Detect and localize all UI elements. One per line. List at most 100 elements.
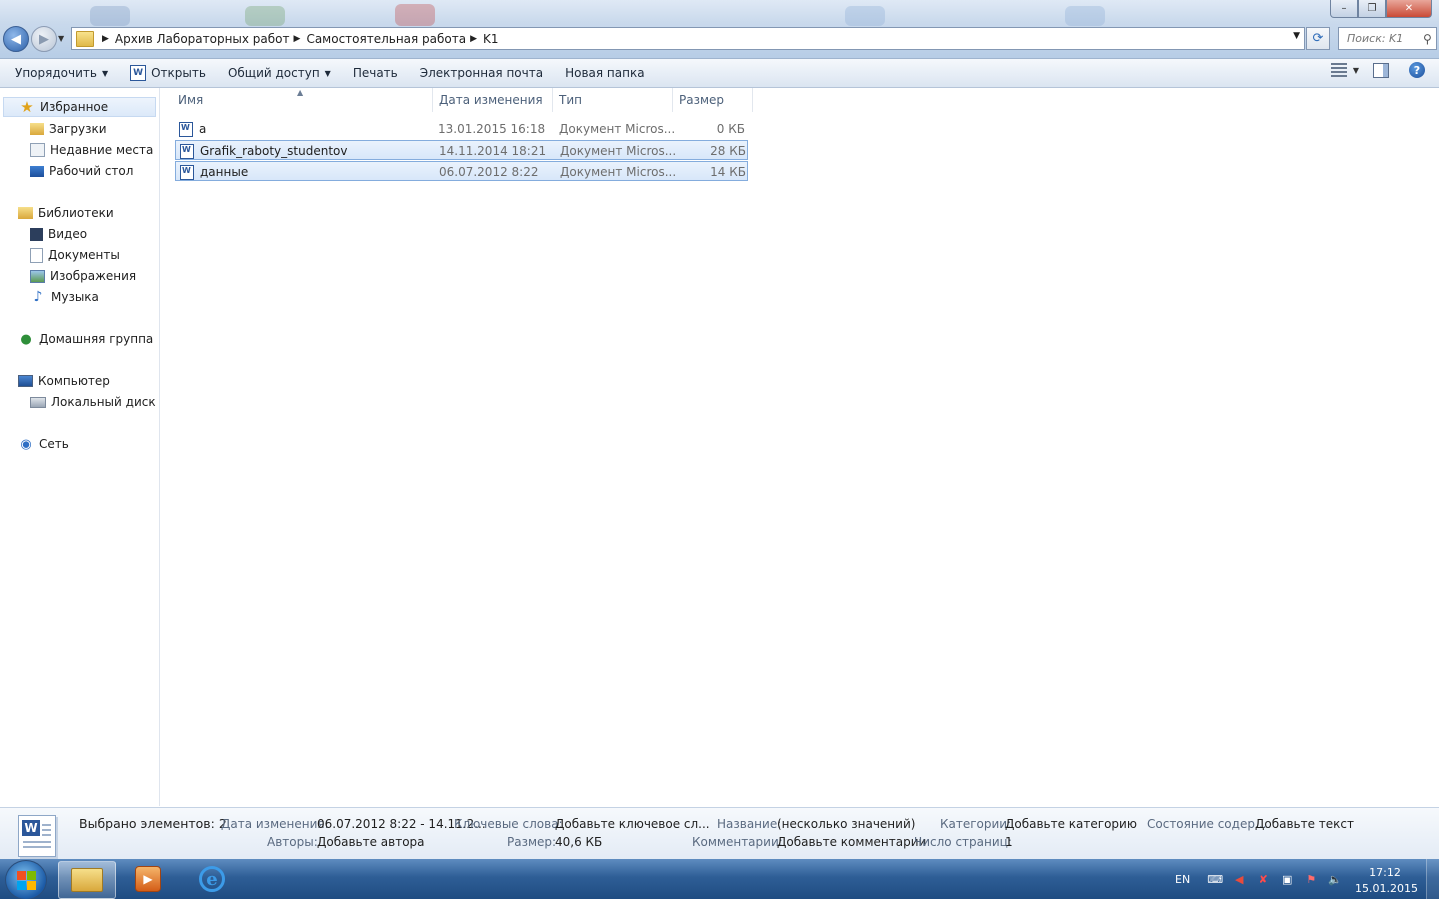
clock[interactable]: 17:12 15.01.2015 xyxy=(1355,865,1418,897)
categories-value[interactable]: Добавьте категорию xyxy=(1005,817,1137,831)
authors-label: Авторы: xyxy=(267,835,318,849)
breadcrumb-independent-work[interactable]: Самостоятельная работа xyxy=(306,32,466,46)
address-history-dropdown[interactable]: ▼ xyxy=(1293,31,1300,41)
file-name-cell: Wа xyxy=(179,119,206,139)
recent-pages-dropdown[interactable]: ▼ xyxy=(58,34,64,43)
search-box[interactable]: ⚲ xyxy=(1338,27,1437,50)
nav-homegroup-label: Домашняя группа xyxy=(39,332,154,346)
nav-libraries-label: Библиотеки xyxy=(38,206,114,220)
nav-downloads[interactable]: Загрузки xyxy=(30,119,159,139)
selected-count: Выбрано элементов: 2 xyxy=(79,816,227,831)
system-tray: EN ⌨ ◀ ✘ ▣ ⚑ 🔈 xyxy=(1175,859,1352,899)
language-indicator[interactable]: EN xyxy=(1175,873,1190,886)
nav-downloads-label: Загрузки xyxy=(49,122,107,136)
volume-icon[interactable]: 🔈 xyxy=(1328,872,1342,886)
column-type-label: Тип xyxy=(559,93,582,107)
word-document-icon: W xyxy=(180,143,194,159)
chevron-right-icon[interactable]: ▶ xyxy=(294,34,301,44)
nav-recent[interactable]: Недавние места xyxy=(30,140,159,160)
nav-video[interactable]: Видео xyxy=(30,224,159,244)
breadcrumb-k1[interactable]: K1 xyxy=(483,32,499,46)
start-button[interactable] xyxy=(5,860,47,899)
file-row[interactable]: Wданные 06.07.2012 8:22 Документ Micros.… xyxy=(175,161,748,181)
file-row[interactable]: W Grafik_raboty_studentov 14.11.2014 18:2… xyxy=(175,140,748,160)
comments-value[interactable]: Добавьте комментарии xyxy=(777,835,926,849)
keyboard-icon[interactable]: ⌨ xyxy=(1207,872,1223,886)
title-value[interactable]: (несколько значений) xyxy=(777,817,915,831)
nav-favorites[interactable]: ★ Избранное xyxy=(3,97,156,117)
search-icon[interactable]: ⚲ xyxy=(1423,32,1432,46)
word-document-icon: W xyxy=(180,164,194,180)
arrow-left-icon: ◀ xyxy=(11,31,21,47)
view-controls: ▼ ? xyxy=(1330,62,1439,78)
nav-music-label: Музыка xyxy=(51,290,99,304)
column-header-type[interactable]: Тип xyxy=(552,88,673,112)
security-alert-icon[interactable]: ⚑ xyxy=(1304,872,1318,886)
nav-music[interactable]: ♪ Музыка xyxy=(30,287,159,307)
nav-computer-label: Компьютер xyxy=(38,374,110,388)
nav-libraries[interactable]: Библиотеки xyxy=(18,203,159,223)
downloads-folder-icon xyxy=(30,123,44,135)
help-icon[interactable]: ? xyxy=(1409,62,1425,78)
nav-network[interactable]: ◉ Сеть xyxy=(18,434,159,454)
network-icon: ◉ xyxy=(20,436,32,452)
share-button[interactable]: Общий доступ ▼ xyxy=(221,62,338,84)
maximize-button[interactable]: ❐ xyxy=(1358,0,1386,18)
authors-value[interactable]: Добавьте автора xyxy=(317,835,425,849)
nav-images[interactable]: Изображения xyxy=(30,266,159,286)
background-glass xyxy=(90,6,130,26)
keywords-value[interactable]: Добавьте ключевое сл... xyxy=(555,817,710,831)
column-size-label: Размер xyxy=(679,93,725,107)
nav-desktop[interactable]: Рабочий стол xyxy=(30,161,159,181)
homegroup-icon: ● xyxy=(20,331,32,347)
taskbar: ▶ e EN ⌨ ◀ ✘ ▣ ⚑ 🔈 17:12 15.01.2015 xyxy=(0,859,1439,899)
close-button[interactable]: ✕ xyxy=(1386,0,1432,18)
new-folder-button[interactable]: Новая папка xyxy=(558,62,651,84)
pages-value: 1 xyxy=(1005,835,1013,849)
navigation-pane: ★ Избранное Загрузки Недавние места Рабо… xyxy=(0,88,160,806)
column-header-size[interactable]: Размер xyxy=(672,88,753,112)
forward-button[interactable]: ▶ xyxy=(31,26,57,52)
star-icon: ★ xyxy=(20,98,34,116)
column-date-label: Дата изменения xyxy=(439,93,543,107)
nav-computer[interactable]: Компьютер xyxy=(18,371,159,391)
organize-button[interactable]: Упорядочить ▼ xyxy=(8,62,115,84)
file-row[interactable]: Wа 13.01.2015 16:18 Документ Micros... 0… xyxy=(175,119,748,139)
nav-local-disk[interactable]: Локальный диск (С: xyxy=(30,392,159,412)
word-document-large-icon: W xyxy=(18,815,56,857)
taskbar-internet-explorer[interactable]: e xyxy=(184,861,240,897)
background-glass xyxy=(395,4,435,26)
back-button[interactable]: ◀ xyxy=(3,26,29,52)
flag-icon[interactable]: ◀ xyxy=(1232,872,1246,886)
column-header-date[interactable]: Дата изменения xyxy=(432,88,553,112)
search-input[interactable] xyxy=(1345,31,1421,46)
file-size: 28 КБ xyxy=(710,144,746,158)
antivirus-icon[interactable]: ✘ xyxy=(1256,872,1270,886)
nav-documents[interactable]: Документы xyxy=(30,245,159,265)
view-options-icon[interactable] xyxy=(1330,63,1347,77)
open-button[interactable]: W Открыть xyxy=(123,62,213,84)
content-status-value[interactable]: Добавьте текст xyxy=(1255,817,1354,831)
breadcrumb-archive[interactable]: Архив Лабораторных работ xyxy=(115,32,290,46)
minimize-button[interactable]: – xyxy=(1330,0,1358,18)
background-glass xyxy=(1065,6,1105,26)
chevron-down-icon[interactable]: ▼ xyxy=(1353,66,1359,75)
email-button[interactable]: Электронная почта xyxy=(413,62,550,84)
chevron-down-icon: ▼ xyxy=(101,68,109,78)
chevron-right-icon[interactable]: ▶ xyxy=(470,34,477,44)
show-desktop-button[interactable] xyxy=(1426,859,1439,899)
print-button[interactable]: Печать xyxy=(346,62,405,84)
network-tray-icon[interactable]: ▣ xyxy=(1280,872,1294,886)
nav-documents-label: Документы xyxy=(48,248,120,262)
taskbar-media-player[interactable]: ▶ xyxy=(120,861,176,897)
address-bar[interactable]: ▶ Архив Лабораторных работ ▶ Самостоятел… xyxy=(71,27,1305,50)
file-name: данные xyxy=(200,165,249,179)
preview-pane-icon[interactable] xyxy=(1373,62,1389,78)
nav-homegroup[interactable]: ● Домашняя группа xyxy=(18,329,159,349)
chevron-right-icon[interactable]: ▶ xyxy=(102,34,109,44)
content-status-label: Состояние содер... xyxy=(1147,817,1267,831)
taskbar-explorer[interactable] xyxy=(58,861,116,899)
refresh-button[interactable]: ⟳ xyxy=(1306,27,1330,50)
nav-images-label: Изображения xyxy=(50,269,137,283)
folder-icon xyxy=(76,30,94,47)
